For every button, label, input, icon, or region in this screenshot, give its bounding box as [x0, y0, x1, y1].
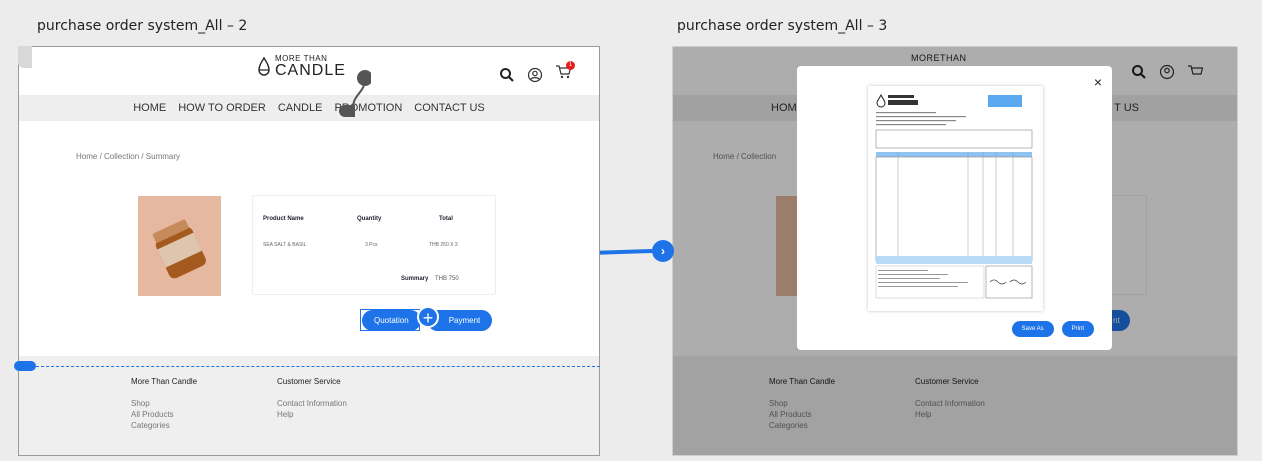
- selection-outline: [360, 309, 420, 331]
- frame-purchase-order-2[interactable]: MORE THAN CANDLE 1 HOME HOW TO ORDER CAN…: [18, 46, 600, 456]
- breadcrumb[interactable]: Home / Collection / Summary: [76, 152, 180, 161]
- frame-scroll-handle[interactable]: [18, 46, 32, 68]
- cart-count-badge: 1: [566, 61, 575, 70]
- site-footer: More Than Candle Shop All Products Categ…: [19, 356, 599, 455]
- footer-link-contact[interactable]: Contact Information: [277, 398, 347, 409]
- save-as-button[interactable]: Save As: [1011, 321, 1054, 337]
- col-quantity: Quantity: [357, 216, 382, 222]
- cell-total: THB 250 X 3: [429, 242, 458, 248]
- nav-contact-us[interactable]: CONTACT US: [414, 102, 485, 114]
- site-header: MORE THAN CANDLE 1: [19, 47, 599, 95]
- footer-col2-title: Customer Service: [277, 377, 341, 386]
- summary-value: THB 750: [435, 276, 459, 282]
- footer-link-shop[interactable]: Shop: [131, 398, 197, 409]
- search-icon[interactable]: [499, 67, 515, 83]
- cart-button[interactable]: 1: [555, 61, 575, 85]
- close-icon[interactable]: ×: [1094, 74, 1102, 90]
- col-total: Total: [439, 216, 453, 222]
- summary-label: Summary: [401, 276, 429, 282]
- footer-link-all-products[interactable]: All Products: [131, 409, 197, 420]
- frame-purchase-order-3[interactable]: MORETHAN HOME T US Home / Collection nt …: [672, 46, 1238, 456]
- nav-home[interactable]: HOME: [133, 102, 166, 114]
- footer-col1-title: More Than Candle: [131, 377, 198, 386]
- user-icon[interactable]: [527, 67, 543, 83]
- add-connection-icon[interactable]: +: [417, 306, 439, 328]
- nav-candle[interactable]: CANDLE: [278, 102, 323, 114]
- candle-logo-icon: [258, 56, 270, 76]
- frame-title-left[interactable]: purchase order system_All – 2: [37, 18, 247, 34]
- chevron-right-icon[interactable]: ›: [652, 240, 674, 262]
- quotation-document-preview: [868, 86, 1043, 311]
- frame-title-right[interactable]: purchase order system_All – 3: [677, 18, 887, 34]
- product-image: [138, 196, 221, 296]
- scroll-anchor-handle[interactable]: [14, 361, 36, 371]
- col-product-name: Product Name: [263, 216, 304, 222]
- order-summary-card: Product Name Quantity Total SEA SALT & B…: [252, 195, 496, 295]
- cell-qty: 3 Pcs: [365, 242, 378, 248]
- fixed-position-guide: [36, 366, 600, 367]
- cursor-connector-icon: [339, 70, 371, 117]
- nav-how-to-order[interactable]: HOW TO ORDER: [178, 102, 266, 114]
- quotation-modal: × Save As Print: [797, 66, 1112, 350]
- footer-link-help[interactable]: Help: [277, 409, 347, 420]
- main-nav: HOME HOW TO ORDER CANDLE PROMOTION CONTA…: [19, 95, 599, 121]
- print-button[interactable]: Print: [1061, 321, 1094, 337]
- footer-link-categories[interactable]: Categories: [131, 420, 197, 431]
- cell-product: SEA SALT & BASIL: [263, 242, 307, 248]
